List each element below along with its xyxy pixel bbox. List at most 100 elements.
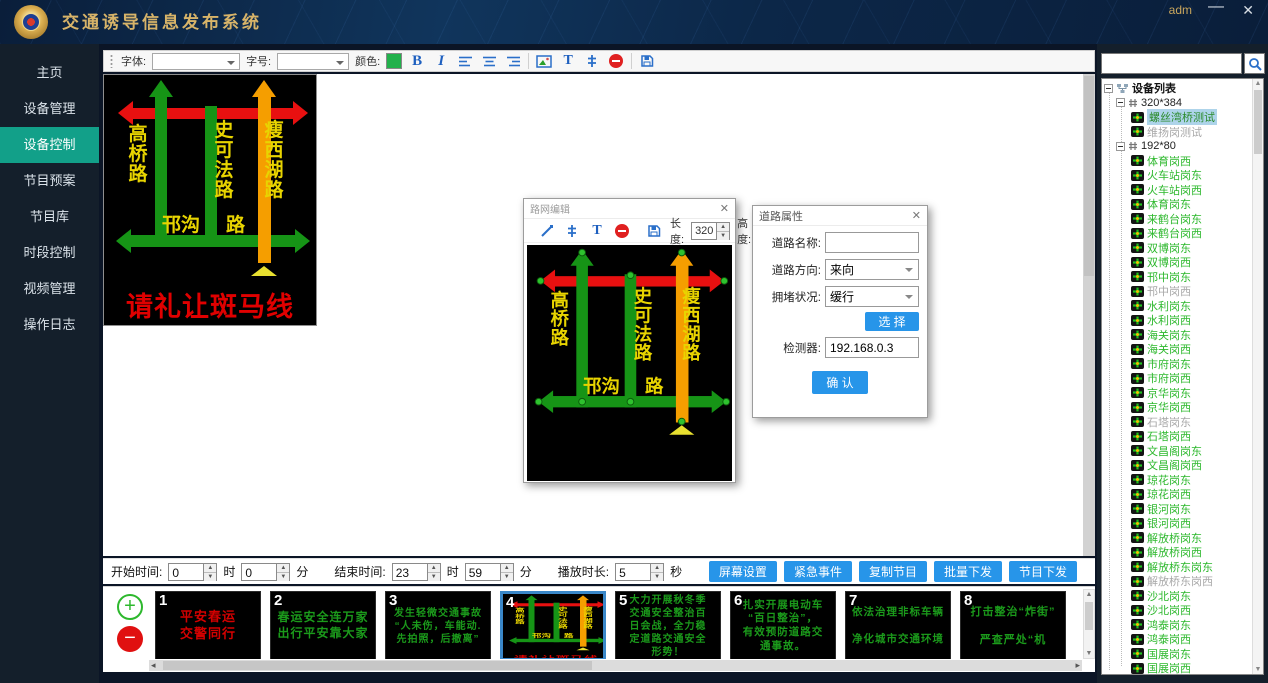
tree-group-192*80[interactable]: 192*80 (1104, 139, 1251, 154)
italic-button[interactable]: I (432, 52, 450, 70)
tree-root[interactable]: 设备列表 (1104, 81, 1251, 96)
device-item[interactable]: 双博岗西 (1104, 255, 1251, 270)
congestion-select[interactable]: 缓行 (825, 286, 919, 307)
road-direction-select[interactable]: 来向 (825, 259, 919, 280)
sidebar-item-device-control[interactable]: 设备控制 (0, 127, 99, 163)
expander-icon[interactable] (1116, 98, 1125, 107)
duration-stepper[interactable]: 5▲▼ (615, 563, 664, 581)
road-handle[interactable] (627, 398, 635, 406)
close-icon[interactable]: ✕ (912, 209, 921, 222)
stop-icon[interactable] (607, 52, 625, 70)
save-icon[interactable] (645, 222, 663, 240)
step-down-icon[interactable]: ▼ (204, 572, 216, 581)
batch-send-button[interactable]: 批量下发 (934, 561, 1002, 582)
close-icon[interactable]: ✕ (1242, 2, 1254, 19)
program-thumbnail-6[interactable]: 6扎实开展电动车“百日整治”，有效预防道路交通事故。 (730, 591, 836, 659)
road-handle[interactable] (678, 249, 686, 257)
sign-preview-panel[interactable]: 高桥路史可法路瘦西湖路邗沟路请礼让斑马线 (103, 74, 317, 326)
image-icon[interactable] (535, 52, 553, 70)
program-send-button[interactable]: 节目下发 (1009, 561, 1077, 582)
device-item[interactable]: 火车站岗东 (1104, 168, 1251, 183)
remove-program-button[interactable]: − (117, 626, 143, 652)
canvas-scrollbar[interactable] (1083, 74, 1095, 556)
scrollbar-thumb[interactable] (1254, 90, 1262, 154)
device-item[interactable]: 琼花岗东 (1104, 473, 1251, 488)
device-item[interactable]: 来鹤台岗东 (1104, 212, 1251, 227)
step-up-icon[interactable]: ▲ (717, 223, 729, 231)
step-up-icon[interactable]: ▲ (651, 564, 663, 572)
strip-horizontal-scrollbar[interactable]: ◂ ▸ (149, 660, 1082, 671)
step-up-icon[interactable]: ▲ (501, 564, 513, 572)
sidebar-item-program-library[interactable]: 节目库 (0, 199, 99, 235)
color-swatch[interactable] (386, 53, 402, 69)
align-right-icon[interactable] (504, 52, 522, 70)
step-down-icon[interactable]: ▼ (651, 572, 663, 581)
device-item[interactable]: 文昌阁岗东 (1104, 444, 1251, 459)
device-item[interactable]: 维扬岗测试 (1104, 125, 1251, 140)
start-minute-stepper[interactable]: 0▲▼ (241, 563, 290, 581)
toolbar-grip-icon[interactable] (110, 54, 113, 68)
device-item[interactable]: 市府岗西 (1104, 371, 1251, 386)
length-stepper[interactable]: 320▲▼ (691, 222, 730, 240)
device-item[interactable]: 鸿泰岗东 (1104, 618, 1251, 633)
tree-group-320*384[interactable]: 320*384 (1104, 96, 1251, 111)
add-program-button[interactable]: + (117, 594, 143, 620)
device-item[interactable]: 海关岗东 (1104, 328, 1251, 343)
road-handle[interactable] (720, 277, 728, 285)
copy-program-button[interactable]: 复制节目 (859, 561, 927, 582)
sidebar-item-home[interactable]: 主页 (0, 55, 99, 91)
device-item[interactable]: 鸿泰岗西 (1104, 632, 1251, 647)
device-item[interactable]: 水利岗东 (1104, 299, 1251, 314)
step-up-icon[interactable]: ▲ (277, 564, 289, 572)
program-thumbnail-3[interactable]: 3发生轻微交通事故“人未伤，车能动.先拍照，后撤离” (385, 591, 491, 659)
device-search-input[interactable] (1101, 53, 1242, 74)
step-up-icon[interactable]: ▲ (428, 564, 440, 572)
step-down-icon[interactable]: ▼ (277, 572, 289, 581)
search-button[interactable] (1244, 53, 1265, 74)
end-minute-stepper[interactable]: 59▲▼ (465, 563, 514, 581)
device-item[interactable]: 火车站岗西 (1104, 183, 1251, 198)
device-item[interactable]: 邗中岗西 (1104, 284, 1251, 299)
program-thumbnail-2[interactable]: 2春运安全连万家出行平安靠大家 (270, 591, 376, 659)
device-item[interactable]: 京华岗西 (1104, 400, 1251, 415)
tree-scrollbar[interactable]: ▲ ▼ (1252, 79, 1263, 674)
scroll-down-icon[interactable]: ▼ (1084, 650, 1094, 657)
road-name-field[interactable] (825, 232, 919, 253)
road-handle[interactable] (722, 398, 730, 406)
device-item[interactable]: 市府岗东 (1104, 357, 1251, 372)
align-left-icon[interactable] (456, 52, 474, 70)
device-item[interactable]: 银河岗西 (1104, 516, 1251, 531)
align-center-icon[interactable] (480, 52, 498, 70)
program-thumbnail-8[interactable]: 8打击整治“炸街” 严查严处“机 (960, 591, 1066, 659)
device-item[interactable]: 来鹤台岗西 (1104, 226, 1251, 241)
road-handle[interactable] (627, 271, 635, 279)
program-thumbnail-4[interactable]: 4高桥路史可法路瘦西湖路邗沟路请礼让斑马线 (500, 591, 606, 659)
scroll-left-icon[interactable]: ◂ (151, 660, 156, 671)
stop-icon[interactable] (613, 222, 631, 240)
confirm-button[interactable]: 确 认 (812, 371, 868, 394)
device-item[interactable]: 双博岗东 (1104, 241, 1251, 256)
device-item[interactable]: 国展岗西 (1104, 661, 1251, 675)
device-item[interactable]: 石塔岗西 (1104, 429, 1251, 444)
scroll-down-icon[interactable]: ▼ (1253, 666, 1263, 673)
device-item[interactable]: 邗中岗东 (1104, 270, 1251, 285)
device-item[interactable]: 水利岗西 (1104, 313, 1251, 328)
strip-vertical-scrollbar[interactable]: ▲ ▼ (1083, 589, 1095, 659)
device-item[interactable]: 海关岗西 (1104, 342, 1251, 357)
device-item[interactable]: 体育岗东 (1104, 197, 1251, 212)
road-handle[interactable] (537, 277, 545, 285)
scroll-right-icon[interactable]: ▸ (1075, 660, 1080, 671)
end-hour-stepper[interactable]: 23▲▼ (392, 563, 441, 581)
bold-button[interactable]: B (408, 52, 426, 70)
device-item[interactable]: 体育岗西 (1104, 154, 1251, 169)
device-item[interactable]: 沙北岗东 (1104, 589, 1251, 604)
editor-canvas[interactable]: 高桥路史可法路瘦西湖路邗沟路 (527, 245, 732, 481)
device-item[interactable]: 解放桥东岗西 (1104, 574, 1251, 589)
detector-field[interactable]: 192.168.0.3 (825, 337, 919, 358)
device-item[interactable]: 解放桥岗东 (1104, 531, 1251, 546)
minimize-icon[interactable]: — (1208, 0, 1224, 16)
device-item[interactable]: 国展岗东 (1104, 647, 1251, 662)
font-select[interactable] (152, 53, 240, 70)
step-down-icon[interactable]: ▼ (428, 572, 440, 581)
device-item[interactable]: 石塔岗东 (1104, 415, 1251, 430)
